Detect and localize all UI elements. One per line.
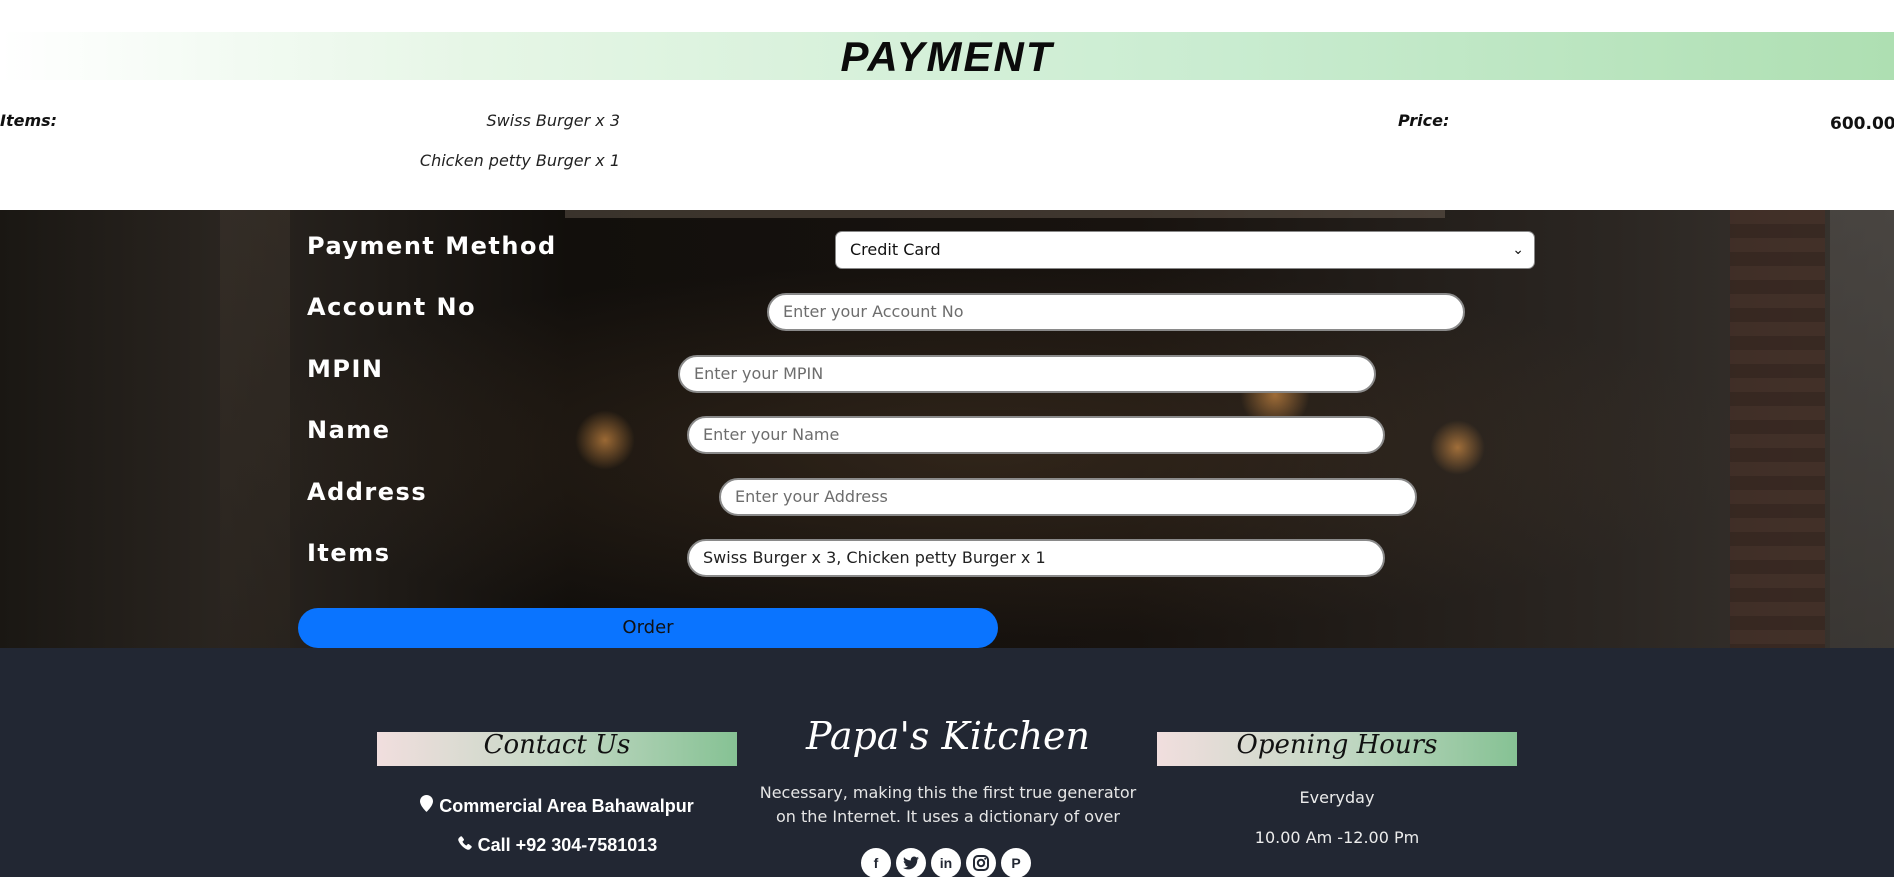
facebook-icon[interactable]: f [861, 848, 891, 877]
footer [0, 648, 1894, 877]
brand-description-line: on the Internet. It uses a dictionary of… [776, 807, 1120, 826]
brand-name: Papa's Kitchen [805, 714, 1091, 758]
brand-description: Necessary, making this the first true ge… [748, 781, 1148, 829]
pinterest-icon[interactable]: P [1001, 848, 1031, 877]
background-brick-wall [1730, 210, 1825, 648]
name-label: Name [307, 416, 391, 444]
order-summary: PAYMENT Items: Swiss Burger x 3 Chicken … [0, 0, 1894, 210]
background-signboard [565, 210, 1445, 218]
hours-days: Everyday [1299, 788, 1375, 807]
payment-method-value: Credit Card [850, 240, 941, 259]
linkedin-icon[interactable]: in [931, 848, 961, 877]
order-button[interactable]: Order [298, 608, 998, 648]
payment-method-select[interactable]: Credit Card ⌄ [835, 231, 1535, 269]
hours-title: Opening Hours [1236, 730, 1438, 760]
background-stone-wall [1830, 210, 1894, 648]
items-input[interactable]: Swiss Burger x 3, Chicken petty Burger x… [687, 539, 1385, 577]
items-label: Items: [0, 111, 58, 130]
twitter-icon[interactable] [896, 848, 926, 877]
mpin-input[interactable]: Enter your MPIN [678, 355, 1376, 393]
items-field-label: Items [307, 539, 391, 567]
summary-item: Chicken petty Burger x 1 [419, 151, 620, 170]
price-value: 600.00 [1830, 114, 1894, 134]
summary-item: Swiss Burger x 3 [486, 111, 620, 130]
background-pillar [220, 210, 290, 648]
contact-address: Commercial Area Bahawalpur [377, 795, 737, 817]
map-pin-icon [420, 795, 434, 817]
brand-description-line: Necessary, making this the first true ge… [759, 783, 1137, 802]
phone-icon [457, 835, 472, 856]
account-label: Account No [307, 293, 477, 321]
contact-phone-text: Call +92 304-7581013 [477, 835, 658, 855]
address-label: Address [307, 478, 428, 506]
price-label: Price: [1398, 111, 1450, 130]
contact-phone: Call +92 304-7581013 [377, 835, 737, 856]
background-lamp [575, 410, 635, 470]
account-input[interactable]: Enter your Account No [767, 293, 1465, 331]
social-links: f in P [861, 848, 1031, 877]
mpin-label: MPIN [307, 355, 384, 383]
page-title: PAYMENT [840, 33, 1054, 80]
chevron-down-icon: ⌄ [1512, 242, 1524, 258]
address-input[interactable]: Enter your Address [719, 478, 1417, 516]
hours-time: 10.00 Am -12.00 Pm [1254, 828, 1420, 847]
contact-title: Contact Us [483, 730, 631, 760]
contact-address-text: Commercial Area Bahawalpur [439, 796, 694, 816]
background-lamp [1430, 420, 1485, 475]
payment-method-label: Payment Method [307, 232, 557, 260]
name-input[interactable]: Enter your Name [687, 416, 1385, 454]
instagram-icon[interactable] [966, 848, 996, 877]
